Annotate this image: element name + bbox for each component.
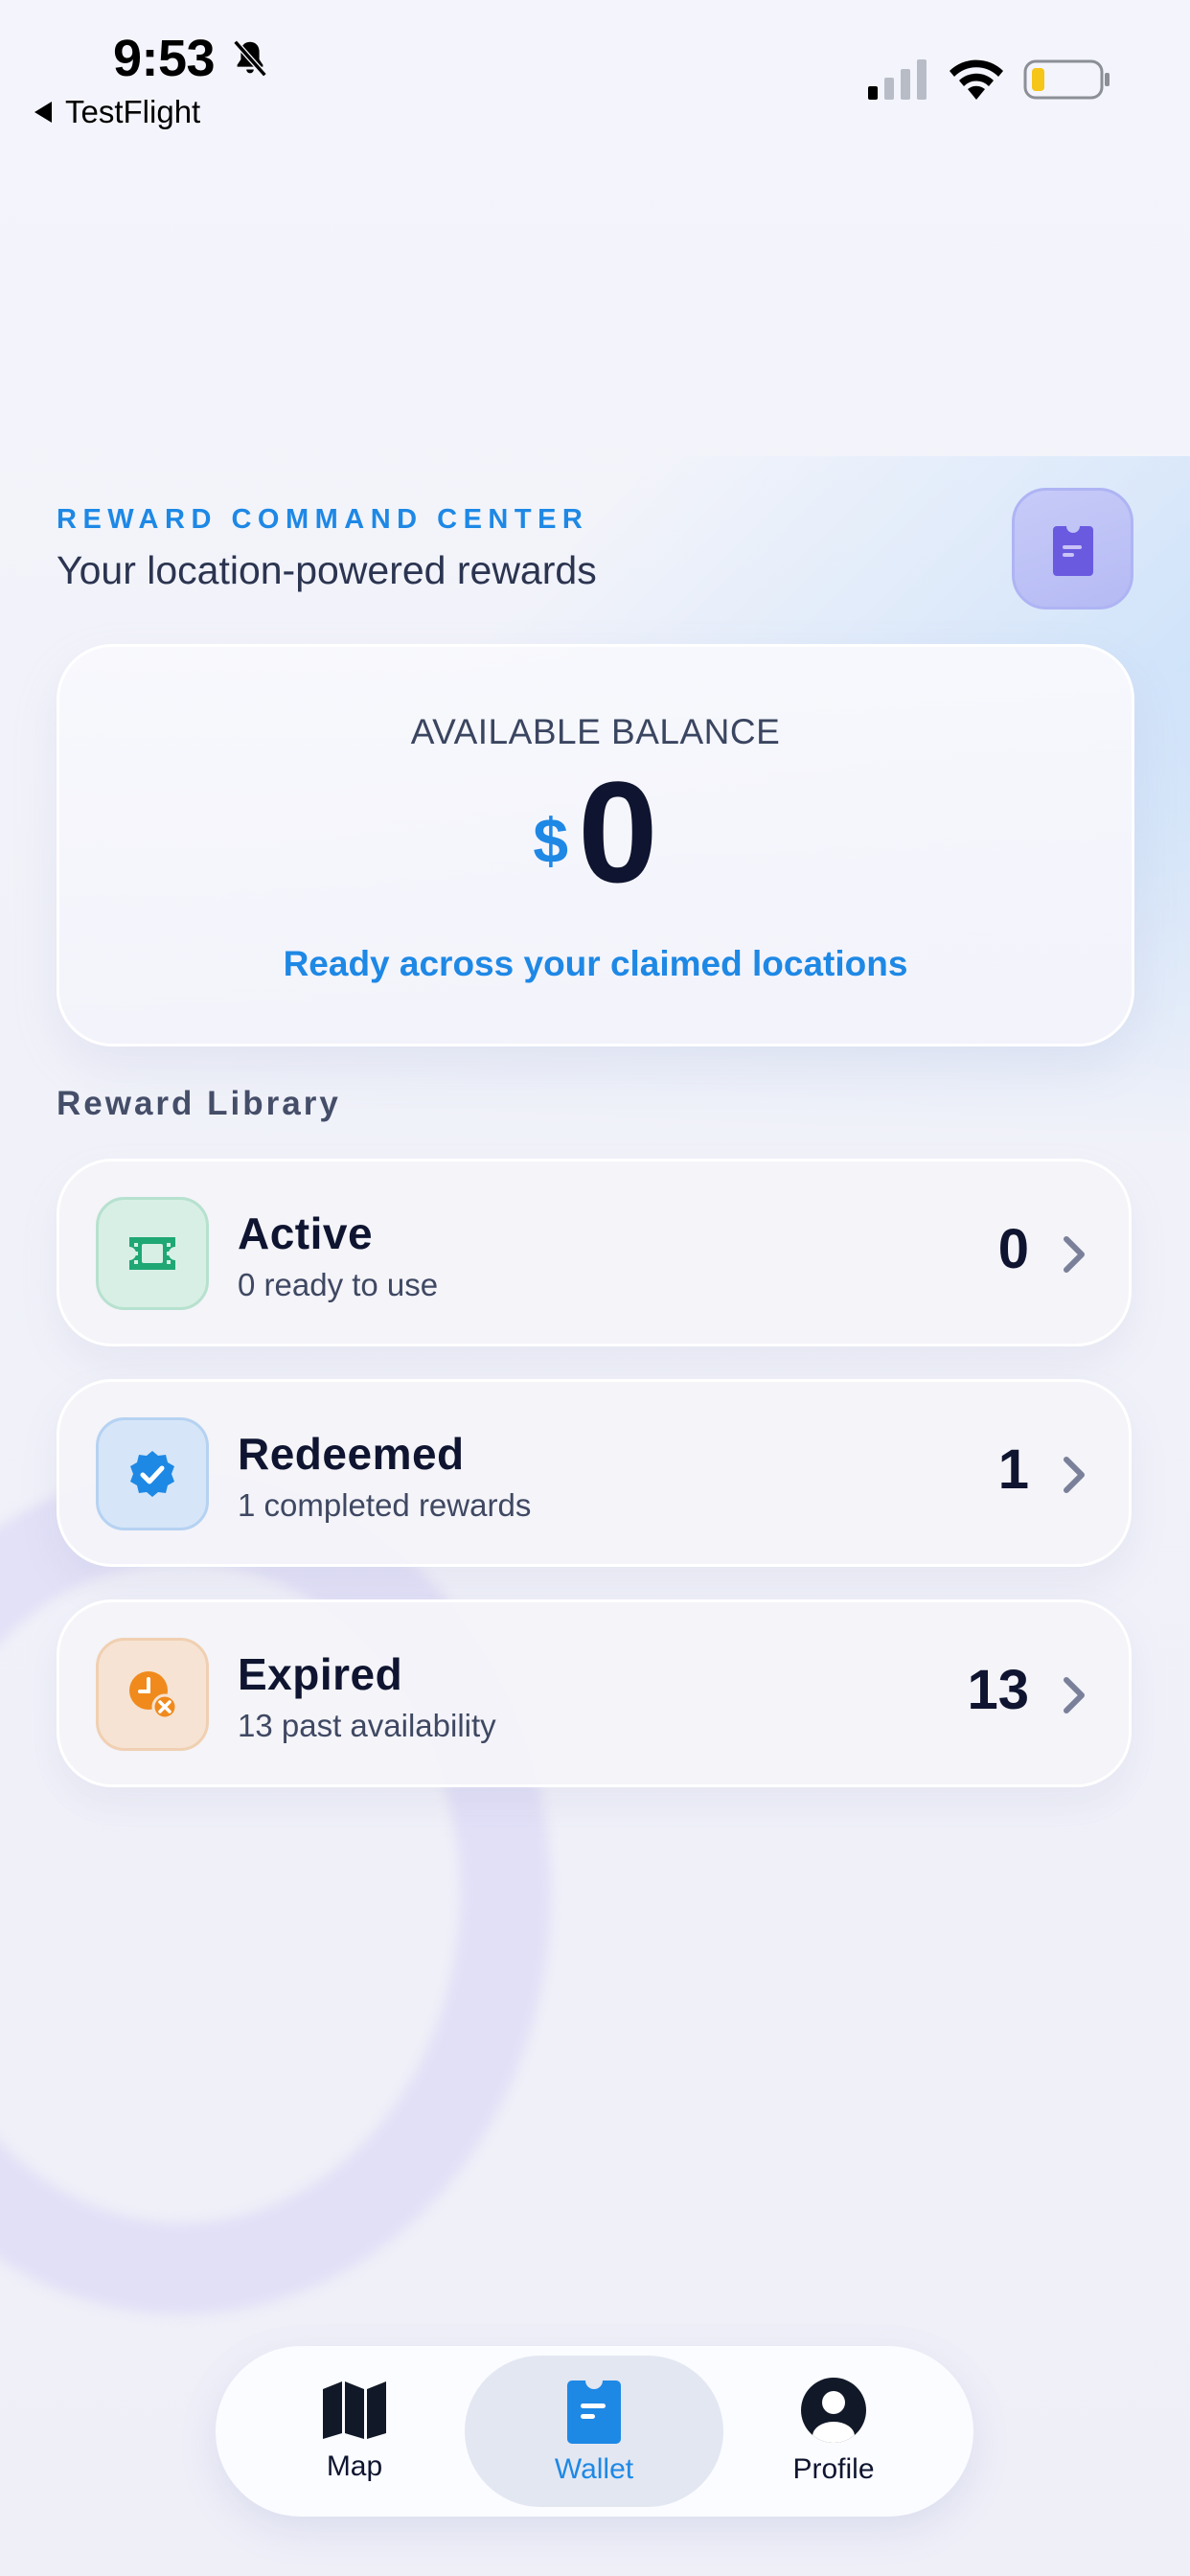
reward-name: Active — [238, 1208, 374, 1258]
map-icon — [323, 2381, 386, 2439]
battery-icon — [1023, 59, 1110, 100]
status-time: 9:53 — [113, 30, 216, 87]
back-to-testflight[interactable]: TestFlight — [34, 94, 200, 130]
reward-icon-box — [96, 1197, 209, 1310]
page-title: Your location-powered rewards — [57, 548, 597, 592]
reward-subtitle: 1 completed rewards — [238, 1487, 532, 1523]
wallet-screen: 9:53 TestFlight REWARD COMMAND CENTER Yo… — [0, 0, 1190, 2576]
reward-count: 13 — [967, 1659, 1029, 1721]
reward-name: Expired — [238, 1649, 403, 1699]
ticket-icon — [129, 1237, 175, 1270]
balance-amount-row: $ 0 — [59, 760, 1132, 904]
section-eyebrow: REWARD COMMAND CENTER — [57, 504, 589, 535]
balance-card: AVAILABLE BALANCE $ 0 Ready across your … — [57, 644, 1134, 1046]
reward-library-title: Reward Library — [57, 1085, 341, 1122]
tab-bar: Map Wallet Profile — [216, 2346, 973, 2517]
back-arrow-icon — [34, 102, 52, 123]
balance-label: AVAILABLE BALANCE — [410, 712, 781, 751]
reward-subtitle: 13 past availability — [238, 1708, 496, 1743]
chevron-right-icon — [1064, 1457, 1085, 1493]
reward-row-expired[interactable]: Expired 13 past availability 13 — [57, 1599, 1132, 1787]
reward-subtitle: 0 ready to use — [238, 1267, 439, 1302]
bell-muted-icon — [233, 39, 267, 78]
reward-icon-box — [96, 1638, 209, 1751]
reward-row-redeemed[interactable]: Redeemed 1 completed rewards 1 — [57, 1379, 1132, 1567]
wallet-icon — [567, 2380, 621, 2444]
currency-symbol: $ — [533, 805, 569, 876]
decorative-ring — [0, 1471, 551, 2314]
balance-amount: 0 — [578, 751, 658, 912]
tab-label: Map — [326, 2450, 383, 2482]
reward-row-active[interactable]: Active 0 ready to use 0 — [57, 1159, 1132, 1346]
tab-map[interactable]: Map — [225, 2356, 484, 2507]
reward-icon-box — [96, 1417, 209, 1530]
reward-count: 0 — [997, 1218, 1029, 1280]
wallet-card-icon — [1052, 525, 1093, 576]
profile-icon — [801, 2378, 866, 2443]
wallet-badge-button[interactable] — [1012, 488, 1133, 610]
back-app-label: TestFlight — [65, 94, 201, 129]
cellular-signal-icon — [868, 59, 927, 100]
reward-count: 1 — [997, 1438, 1029, 1501]
verified-badge-icon — [130, 1451, 174, 1497]
wifi-icon — [950, 59, 1003, 100]
tab-label: Wallet — [554, 2453, 634, 2485]
tab-wallet[interactable]: Wallet — [465, 2356, 723, 2507]
clock-expired-icon — [129, 1671, 178, 1720]
chevron-right-icon — [1064, 1677, 1085, 1714]
balance-caption: Ready across your claimed locations — [283, 944, 908, 983]
tab-profile[interactable]: Profile — [704, 2356, 963, 2507]
reward-name: Redeemed — [238, 1429, 465, 1479]
chevron-right-icon — [1064, 1236, 1085, 1273]
tab-label: Profile — [792, 2453, 875, 2485]
